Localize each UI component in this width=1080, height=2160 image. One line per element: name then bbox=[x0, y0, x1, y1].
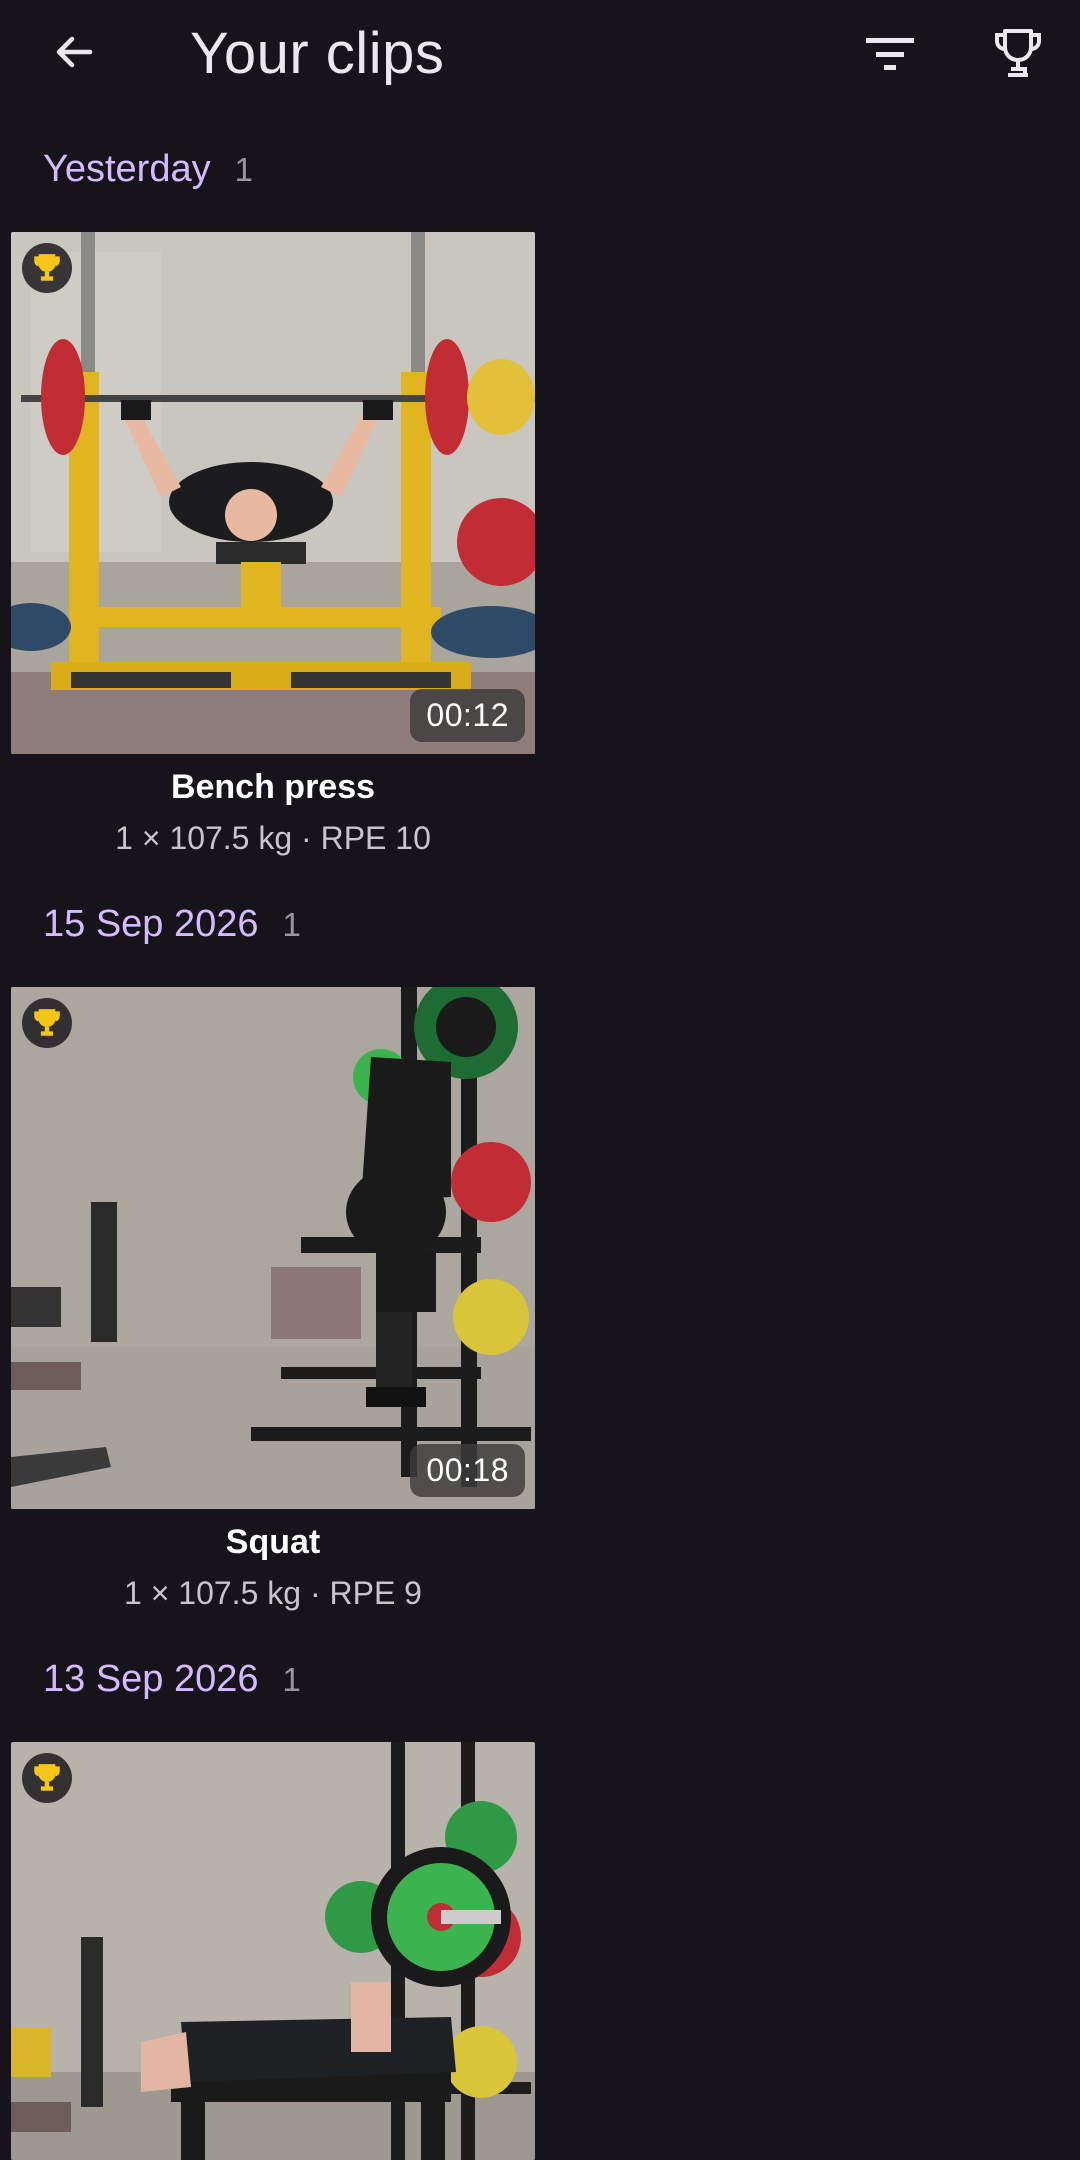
clip-thumbnail-bench-press[interactable]: 00:12 bbox=[11, 232, 535, 754]
section-header-yesterday: Yesterday 1 bbox=[43, 148, 253, 191]
clip-duration: 00:12 bbox=[410, 689, 525, 742]
back-button[interactable] bbox=[44, 22, 104, 82]
section-label: Yesterday bbox=[43, 148, 211, 190]
bench-press-video-thumbnail bbox=[11, 232, 535, 754]
section-header-15-sep-2026: 15 Sep 2026 1 bbox=[43, 903, 301, 946]
bench-press-video-thumbnail bbox=[11, 1742, 535, 2160]
top-app-bar: Your clips bbox=[0, 0, 1080, 110]
squat-video-thumbnail bbox=[11, 987, 535, 1509]
clip-title: Squat bbox=[225, 1523, 321, 1561]
clip-subtitle: 1 × 107.5 kg · RPE 10 bbox=[115, 820, 431, 856]
clip-subtitle: 1 × 107.5 kg · RPE 9 bbox=[124, 1575, 422, 1611]
section-count: 1 bbox=[234, 151, 253, 188]
arrow-back-icon bbox=[56, 36, 93, 68]
trophy-button[interactable] bbox=[988, 24, 1048, 84]
section-count: 1 bbox=[282, 906, 301, 943]
clip-thumbnail-bench-press-2[interactable] bbox=[11, 1742, 535, 2160]
personal-record-badge bbox=[22, 998, 72, 1048]
personal-record-badge bbox=[22, 1753, 72, 1803]
trophy-icon bbox=[34, 1009, 60, 1036]
section-label: 15 Sep 2026 bbox=[43, 903, 259, 945]
personal-record-badge bbox=[22, 243, 72, 293]
trophy-icon bbox=[34, 1764, 60, 1791]
trophy-icon bbox=[995, 29, 1041, 77]
trophy-icon bbox=[34, 254, 60, 281]
section-count: 1 bbox=[282, 1661, 301, 1698]
clip-duration: 00:18 bbox=[410, 1444, 525, 1497]
clip-thumbnail-squat[interactable]: 00:18 bbox=[11, 987, 535, 1509]
page-title: Your clips bbox=[190, 21, 445, 86]
clip-title: Bench press bbox=[170, 768, 376, 806]
filter-icon bbox=[866, 38, 914, 70]
filter-button[interactable] bbox=[860, 26, 920, 82]
section-label: 13 Sep 2026 bbox=[43, 1658, 259, 1700]
section-header-13-sep-2026: 13 Sep 2026 1 bbox=[43, 1658, 301, 1701]
